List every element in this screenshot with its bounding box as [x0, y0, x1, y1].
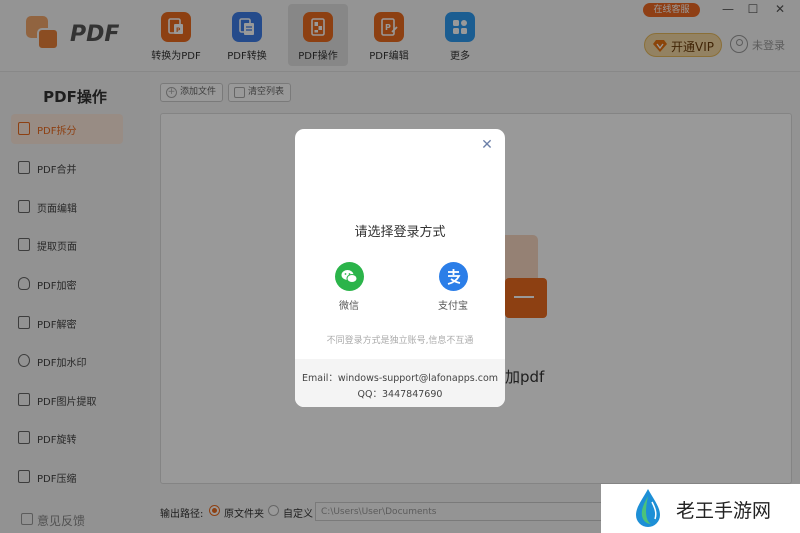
alipay-icon — [438, 262, 468, 291]
close-icon[interactable]: ✕ — [479, 137, 495, 153]
wechat-label: 微信 — [339, 301, 359, 312]
support-qq: QQ：3447847690 — [357, 389, 443, 400]
support-email: Email：windows-support@lafonapps.com — [301, 373, 499, 384]
site-watermark: 老王手游网 — [601, 484, 800, 533]
dialog-footer: Email：windows-support@lafonapps.com QQ：3… — [295, 359, 505, 407]
wechat-icon — [334, 262, 364, 291]
wechat-login-button[interactable]: 微信 — [319, 262, 379, 312]
water-drop-logo-icon — [633, 488, 663, 528]
alipay-label: 支付宝 — [438, 301, 468, 312]
login-note: 不同登录方式是独立账号,信息不互通 — [326, 336, 474, 346]
watermark-text: 老王手游网 — [676, 500, 772, 522]
dialog-title: 请选择登录方式 — [354, 225, 446, 240]
login-dialog: ✕ 请选择登录方式 微信 支付宝 不同登录方式是独立账号,信息不互通 Email… — [295, 129, 505, 407]
alipay-login-button[interactable]: 支付宝 — [423, 262, 483, 312]
